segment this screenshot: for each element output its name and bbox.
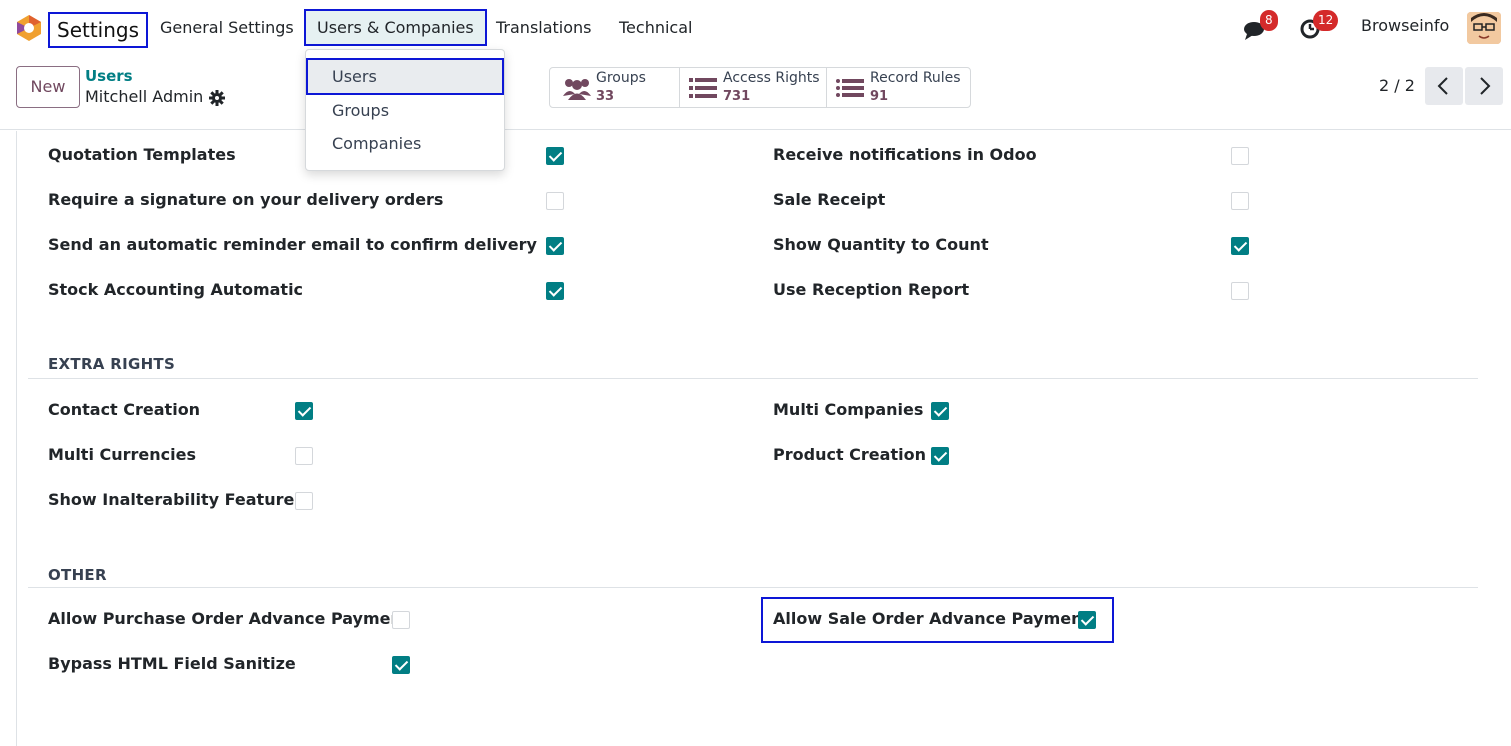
- menu-general-settings[interactable]: General Settings: [160, 16, 294, 40]
- section-title-extra-rights: EXTRA RIGHTS: [48, 355, 176, 373]
- checkbox-sale-receipt[interactable]: [1231, 192, 1249, 210]
- stat-label-record-rules: Record Rules: [870, 70, 961, 86]
- field-label: Receive notifications in Odoo: [773, 145, 1037, 164]
- field-label: Show Quantity to Count: [773, 235, 989, 254]
- checkbox-receive-notifications[interactable]: [1231, 147, 1249, 165]
- odoo-logo-icon[interactable]: [16, 14, 42, 42]
- dropdown-item-groups[interactable]: Groups: [306, 94, 504, 128]
- dropdown-item-users[interactable]: Users: [306, 58, 504, 95]
- checkbox-product-creation[interactable]: [931, 447, 949, 465]
- menu-translations[interactable]: Translations: [496, 16, 592, 40]
- chevron-left-icon: [1437, 77, 1448, 95]
- list-icon: [689, 78, 717, 98]
- stat-label-access-rights: Access Rights: [723, 70, 820, 86]
- checkbox-reception-report[interactable]: [1231, 282, 1249, 300]
- pager-value[interactable]: 2 / 2: [1379, 76, 1415, 95]
- users-icon: [563, 79, 591, 100]
- pager-previous-button[interactable]: [1425, 67, 1463, 105]
- breadcrumb-users-link[interactable]: Users: [85, 67, 133, 85]
- checkbox-purchase-advance-payment[interactable]: [392, 611, 410, 629]
- dropdown-item-companies[interactable]: Companies: [306, 127, 504, 161]
- messages-badge: 8: [1260, 10, 1278, 31]
- stat-value-access-rights: 731: [723, 89, 751, 104]
- gear-icon[interactable]: [209, 90, 225, 106]
- checkbox-reminder-email[interactable]: [546, 237, 564, 255]
- field-label: Sale Receipt: [773, 190, 886, 209]
- section-divider: [28, 587, 1478, 588]
- checkbox-multi-companies[interactable]: [931, 402, 949, 420]
- control-panel: New Users Mitchell Admin Groups 33 Acces…: [0, 56, 1511, 130]
- list-icon: [836, 79, 864, 97]
- user-name[interactable]: Browseinfo: [1361, 16, 1449, 35]
- checkbox-show-quantity[interactable]: [1231, 237, 1249, 255]
- field-label: Bypass HTML Field Sanitize: [48, 654, 296, 673]
- field-label: Multi Companies: [773, 400, 924, 419]
- stat-label-groups: Groups: [596, 70, 646, 86]
- menu-users-companies[interactable]: Users & Companies: [304, 9, 487, 46]
- field-label: Product Creation: [773, 445, 926, 464]
- users-companies-dropdown: Users Groups Companies: [305, 49, 505, 171]
- stat-value-record-rules: 91: [870, 89, 889, 104]
- field-label: Require a signature on your delivery ord…: [48, 190, 444, 209]
- breadcrumb-current: Mitchell Admin: [85, 87, 204, 106]
- menu-technical[interactable]: Technical: [619, 16, 692, 40]
- checkbox-require-signature[interactable]: [546, 192, 564, 210]
- top-navbar: Settings General Settings Users & Compan…: [0, 0, 1511, 56]
- field-label: Show Inalterability Features: [48, 490, 304, 509]
- activities-badge: 12: [1313, 10, 1339, 31]
- checkbox-contact-creation[interactable]: [295, 402, 313, 420]
- section-divider: [28, 378, 1478, 379]
- stat-button-groups[interactable]: Groups 33: [549, 67, 680, 108]
- field-label: Multi Currencies: [48, 445, 196, 464]
- field-label: Stock Accounting Automatic: [48, 280, 304, 299]
- app-name[interactable]: Settings: [48, 12, 149, 48]
- checkbox-stock-accounting[interactable]: [546, 282, 564, 300]
- checkbox-inalterability[interactable]: [295, 492, 313, 510]
- stat-value-groups: 33: [596, 89, 615, 104]
- checkbox-multi-currencies[interactable]: [295, 447, 313, 465]
- stat-button-record-rules[interactable]: Record Rules 91: [826, 67, 971, 108]
- pager-next-button[interactable]: [1465, 67, 1503, 105]
- field-label: Use Reception Report: [773, 280, 970, 299]
- stat-button-access-rights[interactable]: Access Rights 731: [679, 67, 827, 108]
- chevron-right-icon: [1480, 77, 1491, 95]
- section-title-other: OTHER: [48, 566, 107, 584]
- field-label: Allow Purchase Order Advance Payment: [48, 609, 410, 628]
- field-label: Contact Creation: [48, 400, 201, 419]
- new-button[interactable]: New: [16, 66, 80, 108]
- avatar-face-icon: [1467, 12, 1501, 44]
- sheet-border: [16, 131, 17, 746]
- field-label: Send an automatic reminder email to conf…: [48, 235, 537, 254]
- user-avatar[interactable]: [1467, 12, 1501, 44]
- checkbox-sale-advance-payment[interactable]: [1078, 611, 1096, 629]
- checkbox-quotation-templates[interactable]: [546, 147, 564, 165]
- checkbox-bypass-html-sanitize[interactable]: [392, 656, 410, 674]
- field-label: Quotation Templates: [48, 145, 236, 164]
- field-label: Allow Sale Order Advance Payment: [773, 609, 1091, 628]
